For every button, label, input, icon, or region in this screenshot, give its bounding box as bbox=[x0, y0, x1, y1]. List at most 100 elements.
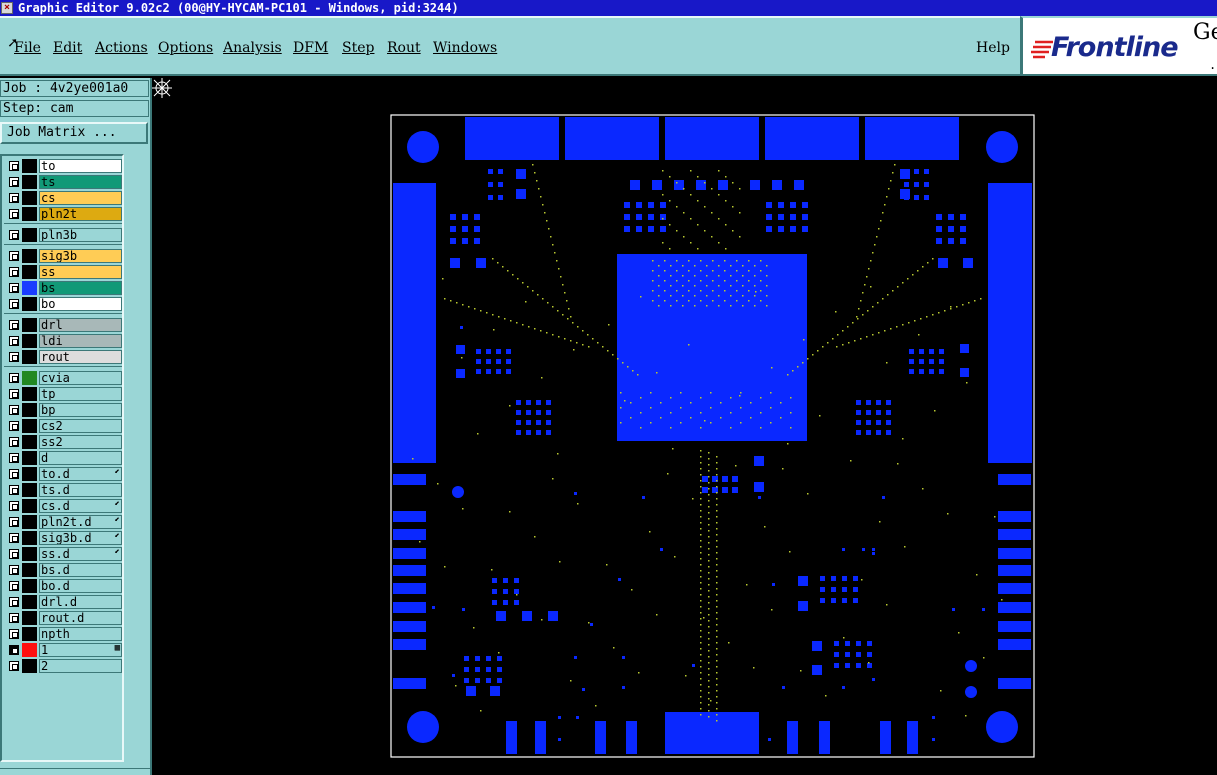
menu-step[interactable]: Step bbox=[342, 40, 374, 56]
layer-color-swatch[interactable] bbox=[22, 207, 37, 221]
layer-name[interactable]: sig3b bbox=[39, 249, 122, 263]
layer-checkbox[interactable] bbox=[9, 389, 19, 399]
menu-analysis[interactable]: Analysis bbox=[223, 40, 282, 56]
layer-row-1[interactable]: 1 ▦ bbox=[4, 642, 122, 658]
layer-name[interactable]: cvia bbox=[39, 371, 122, 385]
layer-color-swatch[interactable] bbox=[22, 611, 37, 625]
layer-name[interactable]: rout.d bbox=[39, 611, 122, 625]
layer-name[interactable]: ss2 bbox=[39, 435, 122, 449]
layer-checkbox[interactable] bbox=[9, 209, 19, 219]
layer-row-cvia[interactable]: cvia bbox=[4, 370, 122, 386]
layer-color-swatch[interactable] bbox=[22, 467, 37, 481]
layer-checkbox[interactable] bbox=[9, 161, 19, 171]
layer-name[interactable]: bp bbox=[39, 403, 122, 417]
layer-checkbox[interactable] bbox=[9, 613, 19, 623]
layer-name[interactable]: 2 bbox=[39, 659, 122, 673]
layer-row-drl-d[interactable]: drl.d bbox=[4, 594, 122, 610]
layer-color-swatch[interactable] bbox=[22, 531, 37, 545]
layer-row-tp[interactable]: tp bbox=[4, 386, 122, 402]
graphic-canvas[interactable] bbox=[152, 78, 1217, 775]
layer-row-cs2[interactable]: cs2 bbox=[4, 418, 122, 434]
layer-checkbox[interactable] bbox=[9, 299, 19, 309]
layer-checkbox[interactable] bbox=[9, 283, 19, 293]
layer-color-swatch[interactable] bbox=[22, 435, 37, 449]
layer-row-ts[interactable]: ts bbox=[4, 174, 122, 190]
layer-color-swatch[interactable] bbox=[22, 387, 37, 401]
layer-row-pln2t-d[interactable]: pln2t.d ⬋ bbox=[4, 514, 122, 530]
layer-row-ldi[interactable]: ldi bbox=[4, 333, 122, 349]
layer-name[interactable]: ts.d bbox=[39, 483, 122, 497]
layer-checkbox[interactable] bbox=[9, 485, 19, 495]
layer-color-swatch[interactable] bbox=[22, 515, 37, 529]
layer-name[interactable]: d bbox=[39, 451, 122, 465]
layer-checkbox[interactable] bbox=[9, 177, 19, 187]
layer-color-swatch[interactable] bbox=[22, 579, 37, 593]
job-matrix-button[interactable]: Job Matrix ... bbox=[0, 122, 148, 144]
layer-row-bo[interactable]: bo bbox=[4, 296, 122, 312]
layer-color-swatch[interactable] bbox=[22, 249, 37, 263]
menu-edit[interactable]: Edit bbox=[53, 40, 82, 56]
layer-row-rout[interactable]: rout bbox=[4, 349, 122, 365]
layer-row-to-d[interactable]: to.d ⬋ bbox=[4, 466, 122, 482]
layer-name[interactable]: tp bbox=[39, 387, 122, 401]
menu-file[interactable]: File bbox=[14, 40, 41, 56]
layer-color-swatch[interactable] bbox=[22, 419, 37, 433]
pcb-board[interactable] bbox=[152, 78, 1217, 775]
layer-name[interactable]: to bbox=[39, 159, 122, 173]
layer-checkbox[interactable] bbox=[9, 251, 19, 261]
layer-row-npth[interactable]: npth bbox=[4, 626, 122, 642]
layer-row-cs-d[interactable]: cs.d ⬋ bbox=[4, 498, 122, 514]
layer-color-swatch[interactable] bbox=[22, 483, 37, 497]
layer-color-swatch[interactable] bbox=[22, 350, 37, 364]
layer-checkbox[interactable] bbox=[9, 405, 19, 415]
layer-checkbox[interactable] bbox=[9, 533, 19, 543]
layer-name[interactable]: bs bbox=[39, 281, 122, 295]
layer-color-swatch[interactable] bbox=[22, 659, 37, 673]
layer-name[interactable]: to.d bbox=[39, 467, 122, 481]
layer-name[interactable]: cs.d bbox=[39, 499, 122, 513]
layer-row-ss-d[interactable]: ss.d ⬋ bbox=[4, 546, 122, 562]
layer-name[interactable]: ss bbox=[39, 265, 122, 279]
layer-name[interactable]: pln2t.d bbox=[39, 515, 122, 529]
layer-row-bp[interactable]: bp bbox=[4, 402, 122, 418]
layer-color-swatch[interactable] bbox=[22, 159, 37, 173]
layer-color-swatch[interactable] bbox=[22, 643, 37, 657]
layer-name[interactable]: bs.d bbox=[39, 563, 122, 577]
layer-color-swatch[interactable] bbox=[22, 451, 37, 465]
layer-checkbox[interactable] bbox=[9, 193, 19, 203]
layer-checkbox[interactable] bbox=[9, 437, 19, 447]
layer-checkbox[interactable] bbox=[9, 565, 19, 575]
layer-name[interactable]: ldi bbox=[39, 334, 122, 348]
layer-color-swatch[interactable] bbox=[22, 595, 37, 609]
layer-checkbox[interactable] bbox=[9, 373, 19, 383]
layer-checkbox[interactable] bbox=[9, 320, 19, 330]
menu-windows[interactable]: Windows bbox=[433, 40, 497, 56]
layer-checkbox[interactable] bbox=[9, 597, 19, 607]
layer-color-swatch[interactable] bbox=[22, 334, 37, 348]
layer-name[interactable]: bo.d bbox=[39, 579, 122, 593]
layer-row-pln2t[interactable]: pln2t bbox=[4, 206, 122, 222]
layer-row-ss[interactable]: ss bbox=[4, 264, 122, 280]
layer-checkbox[interactable] bbox=[9, 661, 19, 671]
layer-name[interactable]: rout bbox=[39, 350, 122, 364]
layer-name[interactable]: bo bbox=[39, 297, 122, 311]
layer-checkbox[interactable] bbox=[9, 267, 19, 277]
layer-name[interactable]: drl bbox=[39, 318, 122, 332]
layer-color-swatch[interactable] bbox=[22, 281, 37, 295]
layer-color-swatch[interactable] bbox=[22, 403, 37, 417]
layer-row-ts-d[interactable]: ts.d bbox=[4, 482, 122, 498]
layer-checkbox[interactable] bbox=[9, 336, 19, 346]
layer-color-swatch[interactable] bbox=[22, 297, 37, 311]
layer-name[interactable]: cs2 bbox=[39, 419, 122, 433]
layer-color-swatch[interactable] bbox=[22, 228, 37, 242]
layer-name[interactable]: ss.d bbox=[39, 547, 122, 561]
layer-name[interactable]: ts bbox=[39, 175, 122, 189]
layer-row-sig3b-d[interactable]: sig3b.d ⬋ bbox=[4, 530, 122, 546]
layer-checkbox[interactable] bbox=[9, 469, 19, 479]
layer-color-swatch[interactable] bbox=[22, 265, 37, 279]
layer-name[interactable]: pln2t bbox=[39, 207, 122, 221]
menu-options[interactable]: Options bbox=[158, 40, 213, 56]
layer-color-swatch[interactable] bbox=[22, 191, 37, 205]
layer-checkbox[interactable] bbox=[9, 581, 19, 591]
layer-color-swatch[interactable] bbox=[22, 371, 37, 385]
